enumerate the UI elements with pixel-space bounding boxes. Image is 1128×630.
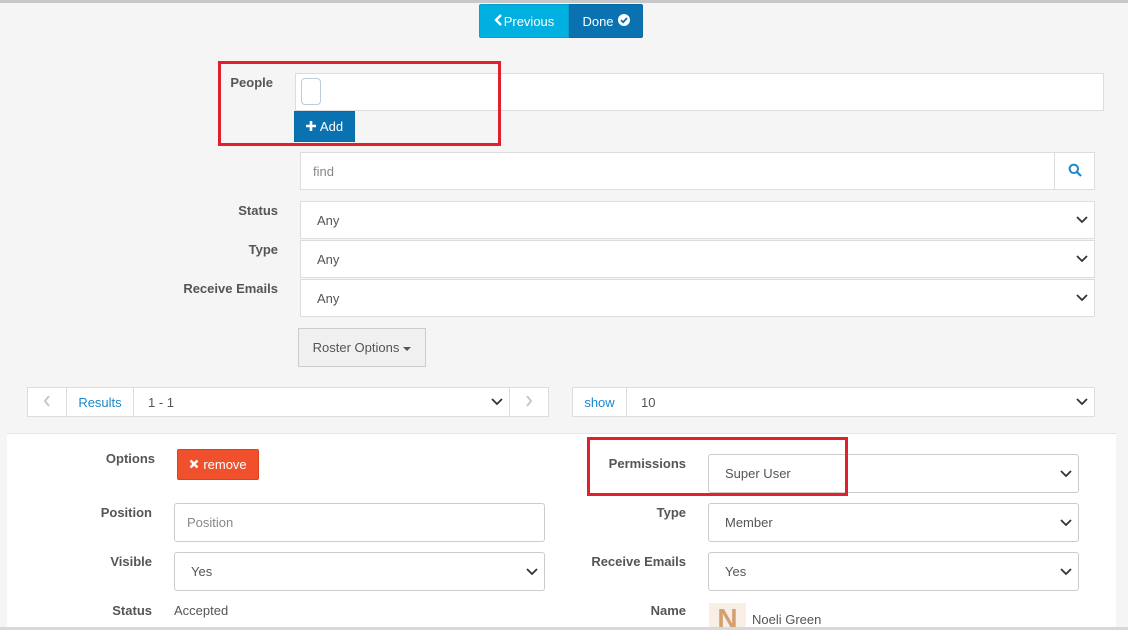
member-receive-emails-value: Yes — [725, 564, 747, 579]
avatar: N — [709, 603, 746, 630]
top-border — [0, 0, 1128, 3]
done-button[interactable]: Done — [569, 4, 643, 38]
chevron-left-icon — [43, 394, 51, 410]
options-label: Options — [105, 451, 155, 466]
previous-page-button[interactable] — [27, 387, 67, 417]
results-range-select[interactable]: 1 - 1 — [133, 387, 510, 417]
people-highlight-box — [218, 61, 501, 146]
previous-button[interactable]: Previous — [479, 4, 569, 38]
roster-options-label: Roster Options — [312, 340, 400, 355]
visible-label: Visible — [110, 554, 152, 569]
done-label: Done — [582, 13, 614, 29]
chevron-down-icon — [1074, 290, 1090, 306]
search-icon — [1068, 163, 1082, 180]
member-type-select[interactable]: Member — [708, 503, 1079, 542]
page-size-value: 10 — [641, 394, 656, 410]
results-label: Results — [78, 394, 122, 410]
position-label: Position — [100, 505, 152, 520]
position-placeholder: Position — [187, 515, 234, 530]
remove-label: remove — [203, 457, 247, 472]
type-filter-value: Any — [317, 251, 340, 267]
visible-select[interactable]: Yes — [174, 552, 545, 591]
type-filter-label: Type — [248, 242, 278, 257]
results-link[interactable]: Results — [66, 387, 134, 417]
visible-value: Yes — [191, 564, 213, 579]
search-placeholder: find — [313, 163, 334, 179]
status-filter-value: Any — [317, 212, 340, 228]
remove-button[interactable]: remove — [177, 449, 259, 480]
chevron-down-icon — [1074, 251, 1090, 267]
close-icon — [189, 457, 199, 472]
chevron-down-icon — [1074, 394, 1090, 410]
type-filter-select[interactable]: Any — [300, 240, 1095, 278]
chevron-left-icon — [494, 13, 504, 29]
chevron-down-icon — [1074, 212, 1090, 228]
show-link[interactable]: show — [572, 387, 627, 417]
chevron-down-icon — [1058, 564, 1074, 580]
chevron-down-icon — [489, 394, 505, 410]
chevron-right-icon — [525, 394, 533, 410]
chevron-down-icon — [1058, 515, 1074, 531]
member-type-label: Type — [656, 505, 686, 520]
member-name-value: Noeli Green — [752, 612, 822, 627]
next-page-button[interactable] — [509, 387, 549, 417]
chevron-down-icon — [1058, 466, 1074, 482]
position-input[interactable]: Position — [174, 503, 545, 542]
permissions-highlight-box — [587, 437, 848, 496]
member-receive-emails-select[interactable]: Yes — [708, 552, 1079, 591]
member-status-label: Status — [112, 603, 152, 618]
status-filter-label: Status — [238, 203, 278, 218]
page-size-select[interactable]: 10 — [626, 387, 1095, 417]
receive-emails-filter-label: Receive Emails — [183, 281, 278, 296]
member-name-label: Name — [650, 603, 686, 618]
member-type-value: Member — [725, 515, 773, 530]
chevron-down-icon — [524, 564, 540, 580]
member-status-value: Accepted — [174, 603, 229, 618]
caret-down-icon — [403, 346, 412, 351]
roster-options-button[interactable]: Roster Options — [298, 328, 426, 367]
receive-emails-filter-select[interactable]: Any — [300, 279, 1095, 317]
check-circle-icon — [617, 13, 630, 29]
member-receive-emails-label: Receive Emails — [591, 554, 686, 569]
show-label: show — [584, 394, 615, 410]
search-button[interactable] — [1054, 152, 1095, 190]
receive-emails-filter-value: Any — [317, 290, 340, 306]
status-filter-select[interactable]: Any — [300, 201, 1095, 239]
results-range-value: 1 - 1 — [148, 394, 175, 410]
search-input[interactable]: find — [300, 152, 1055, 190]
previous-label: Previous — [503, 13, 555, 29]
